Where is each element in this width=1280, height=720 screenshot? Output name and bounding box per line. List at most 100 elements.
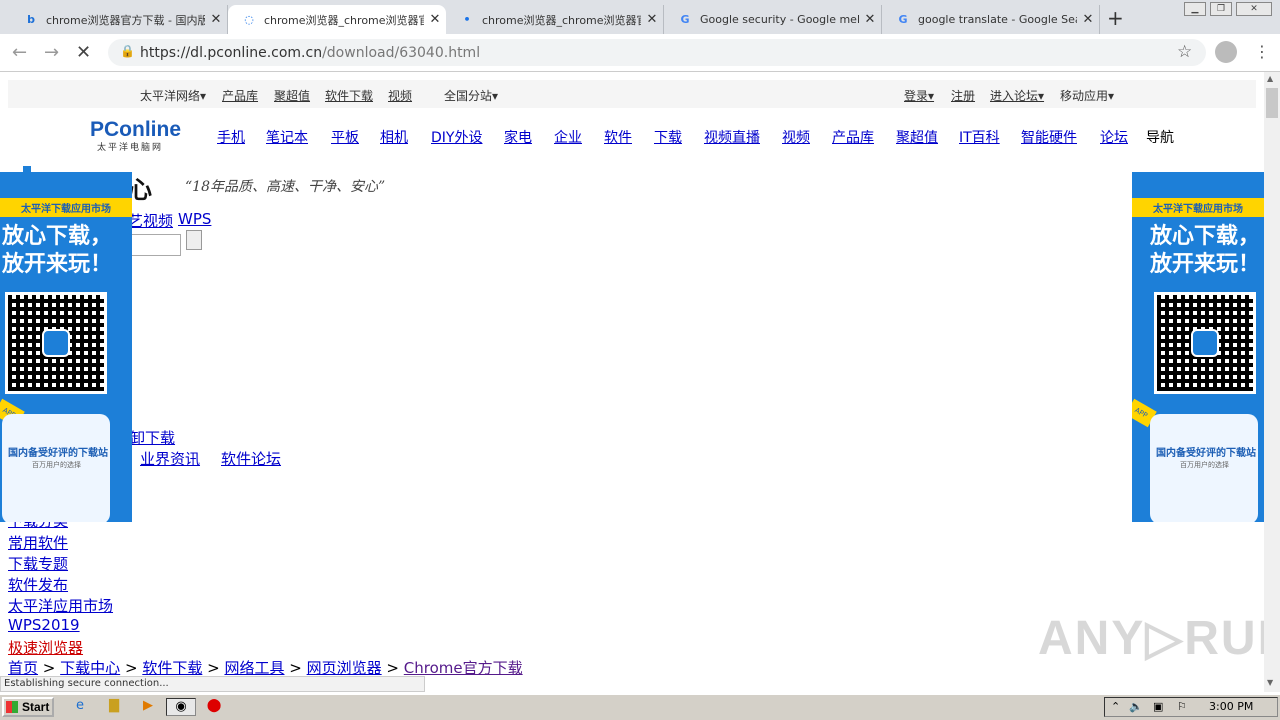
scroll-thumb[interactable] (1266, 88, 1278, 118)
link-industry-news[interactable]: 业界资讯 (140, 448, 200, 469)
tab-title: google translate - Google Search (918, 13, 1077, 26)
menu-icon[interactable]: ⋮ (1254, 42, 1270, 61)
side-link[interactable]: 下载专题 (8, 553, 68, 574)
start-button[interactable]: Start (2, 697, 54, 717)
crumb-sep: > (207, 659, 220, 677)
crumb-home[interactable]: 首页 (8, 659, 38, 677)
tab-title: chrome浏览器_chrome浏览器官 (482, 13, 641, 27)
crumb-browsers[interactable]: 网页浏览器 (307, 659, 382, 677)
tab-title: chrome浏览器_chrome浏览器官 (264, 13, 424, 27)
nav-item[interactable]: 相机 (380, 127, 408, 147)
close-icon[interactable]: ✕ (1077, 12, 1099, 27)
topbar-pcnet[interactable]: 太平洋网络▾ (140, 87, 206, 104)
nav-item[interactable]: 论坛 (1100, 127, 1128, 147)
link-download[interactable]: 卸下载 (130, 427, 175, 448)
topbar-deals[interactable]: 聚超值 (274, 87, 310, 104)
crumb-network-tools[interactable]: 网络工具 (224, 659, 284, 677)
pconline-logo[interactable]: PConline (90, 118, 181, 142)
link-video[interactable]: 艺视频 (128, 210, 173, 231)
nav-item[interactable]: DIY外设 (431, 127, 482, 147)
close-icon[interactable]: ✕ (424, 12, 446, 27)
ad-line-1: 放心下载， (1150, 224, 1261, 249)
nav-item[interactable]: 平板 (331, 127, 359, 147)
crumb-software[interactable]: 软件下载 (142, 659, 202, 677)
topbar-mobile[interactable]: 移动应用▾ (1060, 87, 1114, 104)
media-player-icon[interactable]: ▶ (138, 698, 158, 716)
search-input[interactable] (128, 234, 181, 256)
ad-tag: 太平洋下载应用市场 (0, 198, 132, 217)
tab-3[interactable]: • chrome浏览器_chrome浏览器官 ✕ (446, 5, 664, 34)
topbar-register[interactable]: 注册 (951, 87, 975, 104)
tab-4[interactable]: G Google security - Google meklēš ✕ (664, 5, 882, 34)
side-link[interactable]: WPS2019 (8, 616, 80, 634)
close-icon[interactable]: ✕ (859, 12, 881, 27)
volume-icon[interactable]: 🔈 (1129, 698, 1143, 716)
loading-dot-icon: • (463, 13, 471, 26)
topbar-login[interactable]: 登录▾ (904, 87, 934, 104)
link-wps[interactable]: WPS (178, 210, 211, 228)
topbar-branch[interactable]: 全国分站▾ (444, 87, 498, 104)
nav-item[interactable]: 视频 (782, 127, 810, 147)
crumb-download-center[interactable]: 下载中心 (60, 659, 120, 677)
link-software-forum[interactable]: 软件论坛 (221, 448, 281, 469)
side-link[interactable]: 常用软件 (8, 532, 68, 553)
search-button[interactable] (186, 230, 202, 250)
topbar-video[interactable]: 视频 (388, 87, 412, 104)
ad-line-2: 放开来玩！ (2, 252, 113, 277)
folder-icon[interactable]: ▇ (104, 698, 124, 716)
topbar-forum[interactable]: 进入论坛▾ (990, 87, 1044, 104)
tab-5[interactable]: G google translate - Google Search ✕ (882, 5, 1100, 34)
tray-expand-icon[interactable]: ⌃ (1111, 698, 1120, 716)
side-link[interactable]: 太平洋应用市场 (8, 595, 113, 616)
bing-icon: b (27, 13, 35, 26)
security-app-icon[interactable]: ⬤ (204, 698, 224, 716)
crumb-chrome[interactable]: Chrome官方下载 (404, 659, 523, 677)
back-icon[interactable]: ← (12, 42, 27, 63)
network-icon[interactable]: ▣ (1153, 698, 1163, 716)
maximize-button[interactable]: ❐ (1210, 2, 1232, 16)
ad-tag: 太平洋下载应用市场 (1132, 198, 1264, 217)
close-window-button[interactable]: ✕ (1236, 2, 1272, 16)
minimize-button[interactable]: ▁ (1184, 2, 1206, 16)
left-ad-banner[interactable]: 太平洋下载应用市场 放心下载， 放开来玩！ APP 国内备受好评的下载站 百万用… (0, 172, 132, 522)
clock[interactable]: 3:00 PM (1209, 698, 1253, 716)
status-bubble: Establishing secure connection... (0, 676, 425, 692)
scroll-up-icon[interactable]: ▲ (1267, 74, 1273, 83)
bookmark-star-icon[interactable]: ☆ (1177, 42, 1192, 62)
side-link-fast-browser[interactable]: 极速浏览器 (8, 637, 83, 658)
scroll-down-icon[interactable]: ▼ (1267, 678, 1273, 687)
ad-phone-title: 国内备受好评的下载站 (8, 448, 108, 459)
new-tab-button[interactable]: + (1107, 6, 1124, 30)
close-icon[interactable]: ✕ (205, 12, 227, 27)
topbar-software[interactable]: 软件下载 (325, 87, 373, 104)
nav-item[interactable]: 手机 (217, 127, 245, 147)
right-ad-banner[interactable]: 太平洋下载应用市场 放心下载， 放开来玩！ APP 国内备受好评的下载站 百万用… (1132, 172, 1264, 522)
nav-item[interactable]: 产品库 (832, 127, 874, 147)
nav-item[interactable]: IT百科 (959, 127, 1000, 147)
nav-item[interactable]: 软件 (604, 127, 632, 147)
vertical-scrollbar[interactable]: ▲ ▼ (1264, 72, 1280, 692)
topbar-products[interactable]: 产品库 (222, 87, 258, 104)
side-link[interactable]: 软件发布 (8, 574, 68, 595)
url-text[interactable]: https://dl.pconline.com.cn/download/6304… (140, 45, 480, 61)
ie-icon[interactable]: e (70, 698, 90, 716)
nav-item[interactable]: 智能硬件 (1021, 127, 1077, 147)
chrome-taskbar-icon[interactable]: ◉ (166, 698, 196, 716)
ad-phone-title: 国内备受好评的下载站 (1156, 448, 1256, 459)
nav-item[interactable]: 下载 (654, 127, 682, 147)
system-tray: ⌃ 🔈 ▣ ⚐ 3:00 PM (1104, 697, 1278, 717)
stop-icon[interactable]: ✕ (76, 42, 91, 63)
nav-item[interactable]: 企业 (554, 127, 582, 147)
profile-avatar-icon[interactable] (1215, 41, 1237, 63)
ad-line-1: 放心下载， (2, 224, 113, 249)
nav-item[interactable]: 笔记本 (266, 127, 308, 147)
forward-icon[interactable]: → (44, 42, 59, 63)
nav-item[interactable]: 家电 (504, 127, 532, 147)
close-icon[interactable]: ✕ (641, 12, 663, 27)
tab-1[interactable]: b chrome浏览器官方下载 - 国内版 ✕ (10, 5, 228, 34)
nav-item[interactable]: 聚超值 (896, 127, 938, 147)
flag-icon[interactable]: ⚐ (1177, 698, 1187, 716)
nav-item[interactable]: 导航 (1146, 127, 1174, 147)
nav-item[interactable]: 视频直播 (704, 127, 760, 147)
tab-2-active[interactable]: ◌ chrome浏览器_chrome浏览器官 ✕ (228, 5, 446, 34)
